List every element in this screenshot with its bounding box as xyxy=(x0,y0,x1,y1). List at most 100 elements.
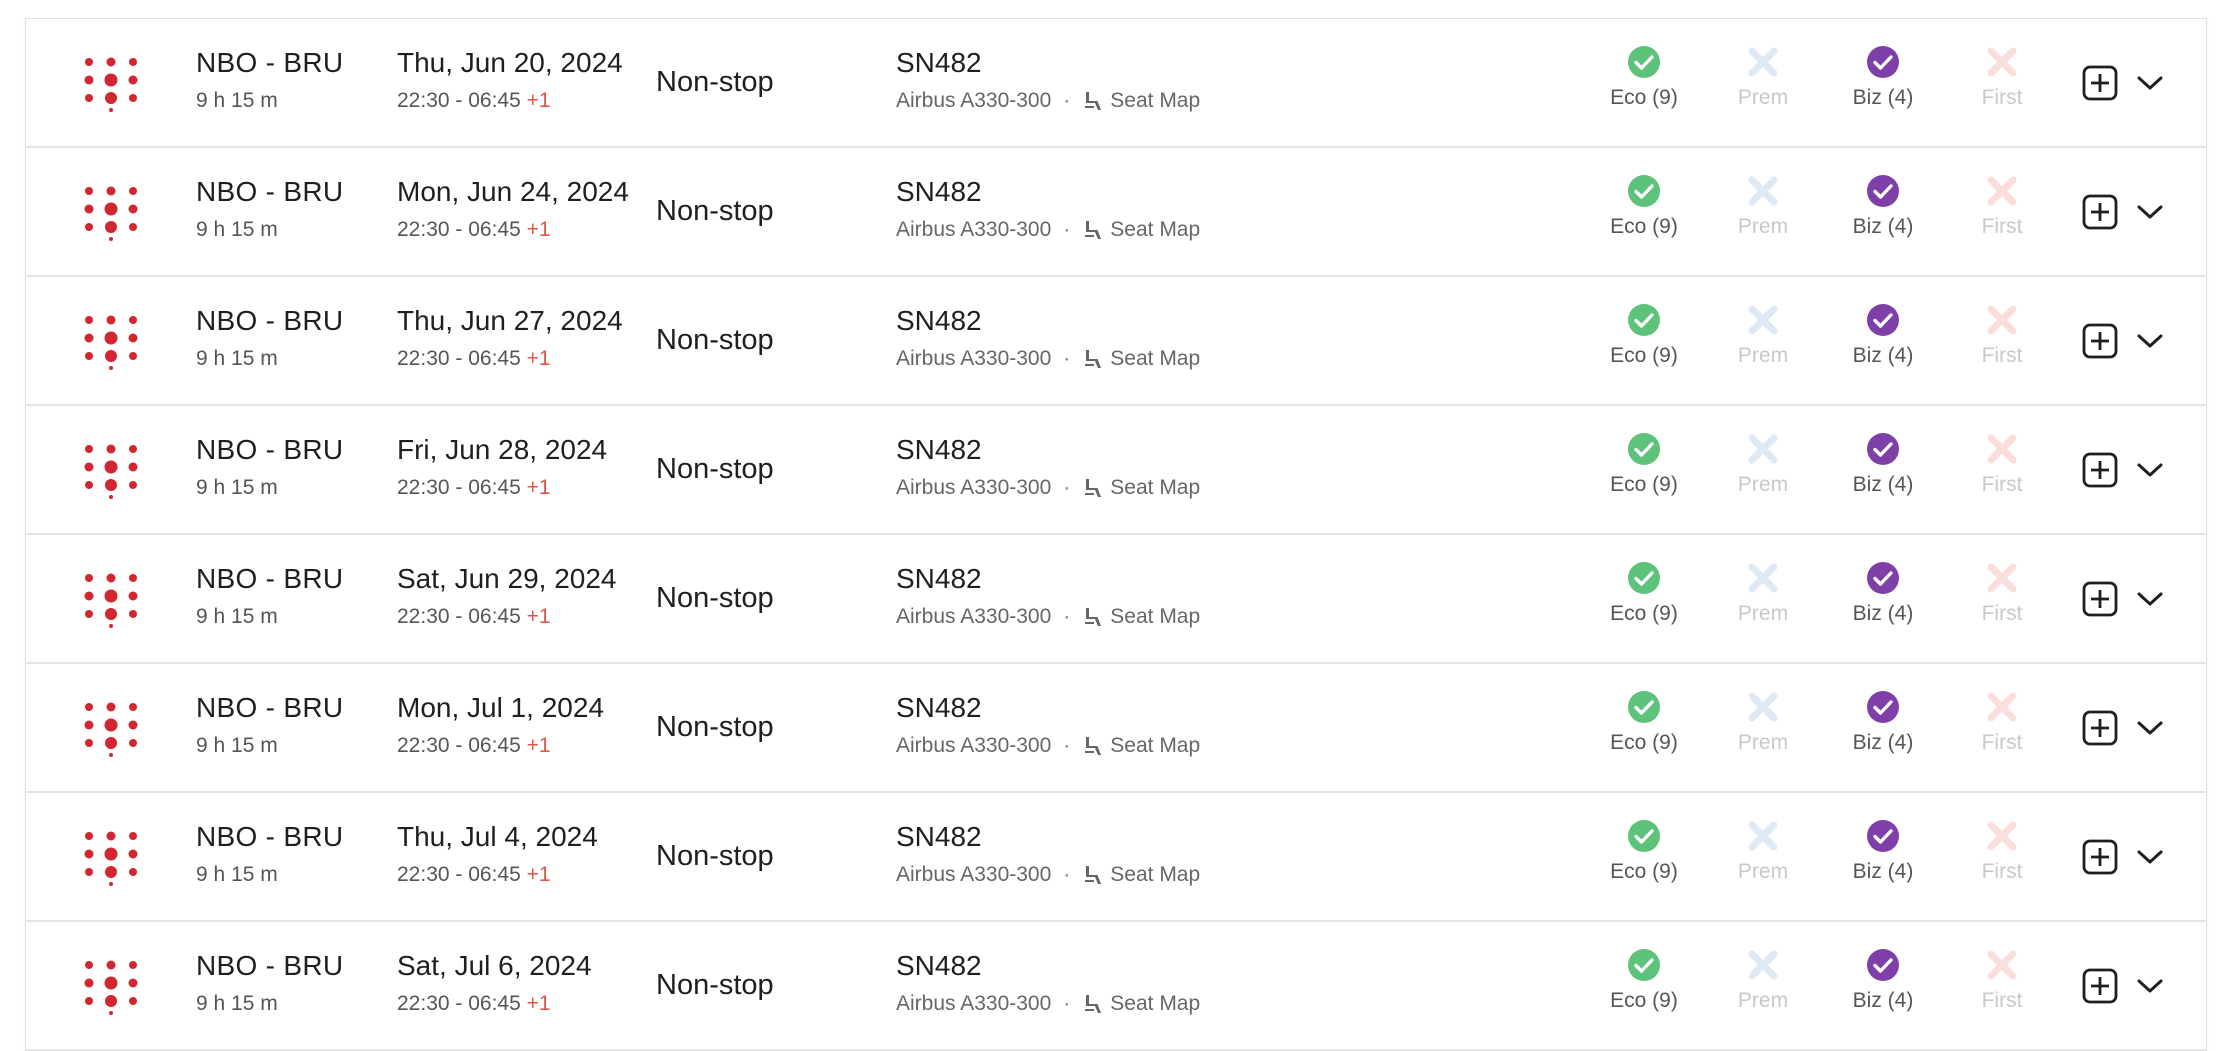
x-icon xyxy=(1748,176,1778,206)
seat-map-link[interactable]: Seat Map xyxy=(1110,347,1200,371)
flight-times: 22:30 - 06:45 +1 xyxy=(397,992,551,1016)
day-offset: +1 xyxy=(526,992,551,1015)
separator: · xyxy=(1063,992,1071,1015)
add-button[interactable] xyxy=(2082,452,2118,488)
flight-row[interactable]: NBO - BRU 9 h 15 m Thu, Jun 27, 2024 22:… xyxy=(26,277,2206,406)
flight-row[interactable]: NBO - BRU 9 h 15 m Thu, Jun 20, 2024 22:… xyxy=(26,19,2206,148)
flight-row[interactable]: NBO - BRU 9 h 15 m Sat, Jun 29, 2024 22:… xyxy=(26,535,2206,664)
flight-number: SN482 xyxy=(896,47,982,78)
cabin-label: Biz (4) xyxy=(1852,215,1914,238)
flight-row[interactable]: NBO - BRU 9 h 15 m Thu, Jul 4, 2024 22:3… xyxy=(26,793,2206,922)
seat-icon xyxy=(1085,479,1102,497)
chevron-down-icon[interactable] xyxy=(2136,72,2164,94)
seat-icon xyxy=(1085,995,1102,1013)
seat-map-link[interactable]: Seat Map xyxy=(1110,218,1200,242)
route: NBO - BRU xyxy=(196,305,344,336)
cabin-biz: Biz (4) xyxy=(1823,174,1943,239)
cabin-biz: Biz (4) xyxy=(1823,561,1943,626)
cabin-first: First xyxy=(1942,819,2062,884)
airline-logo xyxy=(84,186,138,241)
flight-times: 22:30 - 06:45 +1 xyxy=(397,347,551,371)
time-range: 22:30 - 06:45 xyxy=(397,89,527,112)
x-icon xyxy=(1987,950,2017,980)
x-icon xyxy=(1748,305,1778,335)
add-button[interactable] xyxy=(2082,65,2118,101)
check-circle-icon xyxy=(1867,46,1899,78)
separator: · xyxy=(1063,89,1071,112)
route: NBO - BRU xyxy=(196,950,344,981)
check-circle-icon xyxy=(1628,175,1660,207)
chevron-down-icon[interactable] xyxy=(2136,330,2164,352)
check-circle-icon xyxy=(1628,949,1660,981)
aircraft-info: Airbus A330-300 · Seat Map xyxy=(896,218,1200,242)
cabin-label: Biz (4) xyxy=(1852,602,1914,625)
cabin-eco: Eco (9) xyxy=(1584,819,1704,884)
flight-row[interactable]: NBO - BRU 9 h 15 m Mon, Jun 24, 2024 22:… xyxy=(26,148,2206,277)
stops: Non-stop xyxy=(656,195,774,227)
route: NBO - BRU xyxy=(196,47,344,78)
airline-logo xyxy=(84,573,138,628)
time-range: 22:30 - 06:45 xyxy=(397,863,527,886)
add-button[interactable] xyxy=(2082,839,2118,875)
x-icon xyxy=(1748,563,1778,593)
cabin-label: Prem xyxy=(1737,731,1789,754)
departure-date: Mon, Jun 24, 2024 xyxy=(397,176,629,207)
cabin-label: First xyxy=(1981,344,2023,367)
cabin-first: First xyxy=(1942,690,2062,755)
cabin-eco: Eco (9) xyxy=(1584,948,1704,1013)
chevron-down-icon[interactable] xyxy=(2136,201,2164,223)
flight-row[interactable]: NBO - BRU 9 h 15 m Sat, Jul 6, 2024 22:3… xyxy=(26,922,2206,1051)
check-circle-icon xyxy=(1867,820,1899,852)
seat-map-link[interactable]: Seat Map xyxy=(1110,605,1200,629)
cabin-biz: Biz (4) xyxy=(1823,45,1943,110)
seat-icon xyxy=(1085,221,1102,239)
time-range: 22:30 - 06:45 xyxy=(397,476,527,499)
x-icon xyxy=(1987,821,2017,851)
x-icon xyxy=(1987,305,2017,335)
chevron-down-icon[interactable] xyxy=(2136,975,2164,997)
cabin-first: First xyxy=(1942,45,2062,110)
separator: · xyxy=(1063,347,1071,370)
seat-map-link[interactable]: Seat Map xyxy=(1110,476,1200,500)
cabin-prem: Prem xyxy=(1703,303,1823,368)
seat-map-link[interactable]: Seat Map xyxy=(1110,863,1200,887)
chevron-down-icon[interactable] xyxy=(2136,717,2164,739)
add-button[interactable] xyxy=(2082,323,2118,359)
add-button[interactable] xyxy=(2082,710,2118,746)
flight-row[interactable]: NBO - BRU 9 h 15 m Fri, Jun 28, 2024 22:… xyxy=(26,406,2206,535)
x-icon xyxy=(1987,692,2017,722)
check-circle-icon xyxy=(1867,304,1899,336)
add-button[interactable] xyxy=(2082,194,2118,230)
chevron-down-icon[interactable] xyxy=(2136,588,2164,610)
seat-icon xyxy=(1085,866,1102,884)
aircraft-info: Airbus A330-300 · Seat Map xyxy=(896,347,1200,371)
day-offset: +1 xyxy=(526,605,551,628)
add-button[interactable] xyxy=(2082,968,2118,1004)
cabin-first: First xyxy=(1942,948,2062,1013)
aircraft-info: Airbus A330-300 · Seat Map xyxy=(896,89,1200,113)
chevron-down-icon[interactable] xyxy=(2136,846,2164,868)
x-icon xyxy=(1748,47,1778,77)
seat-map-link[interactable]: Seat Map xyxy=(1110,734,1200,758)
cabin-label: First xyxy=(1981,602,2023,625)
day-offset: +1 xyxy=(526,89,551,112)
time-range: 22:30 - 06:45 xyxy=(397,218,527,241)
seat-map-link[interactable]: Seat Map xyxy=(1110,992,1200,1016)
check-circle-icon xyxy=(1628,304,1660,336)
add-button[interactable] xyxy=(2082,581,2118,617)
cabin-eco: Eco (9) xyxy=(1584,432,1704,497)
departure-date: Sat, Jun 29, 2024 xyxy=(397,563,617,594)
seat-map-link[interactable]: Seat Map xyxy=(1110,89,1200,113)
departure-date: Sat, Jul 6, 2024 xyxy=(397,950,592,981)
aircraft-type: Airbus A330-300 xyxy=(896,734,1052,757)
day-offset: +1 xyxy=(526,734,551,757)
cabin-label: Biz (4) xyxy=(1852,860,1914,883)
flight-row[interactable]: NBO - BRU 9 h 15 m Mon, Jul 1, 2024 22:3… xyxy=(26,664,2206,793)
cabin-label: Eco (9) xyxy=(1610,731,1678,754)
flight-number: SN482 xyxy=(896,305,982,336)
aircraft-type: Airbus A330-300 xyxy=(896,218,1052,241)
flight-times: 22:30 - 06:45 +1 xyxy=(397,863,551,887)
x-icon xyxy=(1748,821,1778,851)
flight-number: SN482 xyxy=(896,950,982,981)
chevron-down-icon[interactable] xyxy=(2136,459,2164,481)
